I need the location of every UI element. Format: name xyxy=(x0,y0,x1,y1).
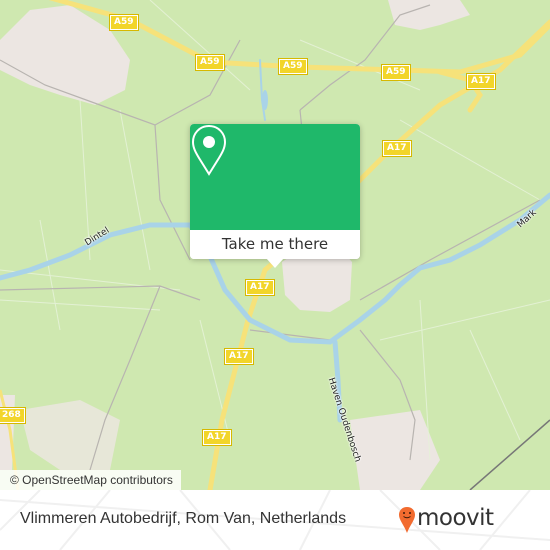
road-shield-a17: A17 xyxy=(224,348,254,365)
moovit-wordmark: moovit xyxy=(417,505,494,531)
take-me-there-button[interactable]: Take me there xyxy=(190,230,360,259)
location-popup[interactable]: Take me there xyxy=(190,124,360,268)
moovit-pin-icon xyxy=(399,507,415,533)
map-pin-icon xyxy=(191,124,227,176)
road-shield-a59: A59 xyxy=(109,14,139,31)
map-attribution[interactable]: © OpenStreetMap contributors xyxy=(0,470,181,490)
road-shield-a59: A59 xyxy=(278,58,308,75)
road-shield-a17: A17 xyxy=(382,140,412,157)
road-shield-a59: A59 xyxy=(195,54,225,71)
place-name: Vlimmeren Autobedrijf, Rom Van, Netherla… xyxy=(20,510,347,527)
take-me-there-label: Take me there xyxy=(221,235,329,253)
road-shield-a17: A17 xyxy=(245,279,275,296)
popup-pointer xyxy=(266,258,284,268)
map-view[interactable]: A59 A59 A59 A59 A17 A17 A17 A17 A17 A17 … xyxy=(0,0,550,490)
footer: Vlimmeren Autobedrijf, Rom Van, Netherla… xyxy=(0,490,550,550)
road-shield-a59: A59 xyxy=(381,64,411,81)
popup-header xyxy=(190,124,360,230)
road-shield-a17: A17 xyxy=(466,73,496,90)
road-shield-a17: A17 xyxy=(202,429,232,446)
road-shield-268: 268 xyxy=(0,407,26,424)
